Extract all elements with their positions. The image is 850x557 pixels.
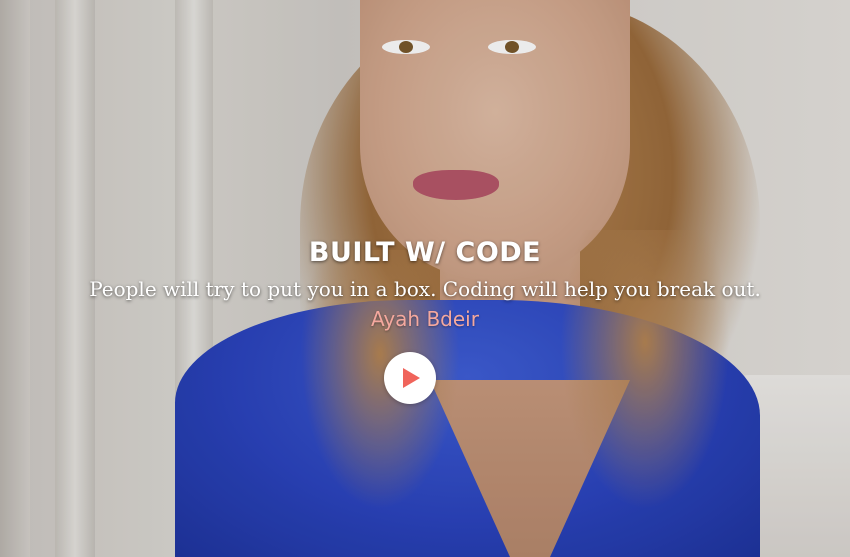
hero-content: BUILT W/ CODE People will try to put you… — [0, 235, 850, 333]
hero-section: BUILT W/ CODE People will try to put you… — [0, 0, 850, 557]
play-video-button[interactable] — [384, 352, 436, 404]
play-icon — [403, 368, 420, 388]
hero-quote: People will try to put you in a box. Cod… — [89, 277, 761, 301]
hero-heading: BUILT W/ CODE — [308, 237, 542, 268]
quote-author: Ayah Bdeir — [371, 307, 479, 331]
